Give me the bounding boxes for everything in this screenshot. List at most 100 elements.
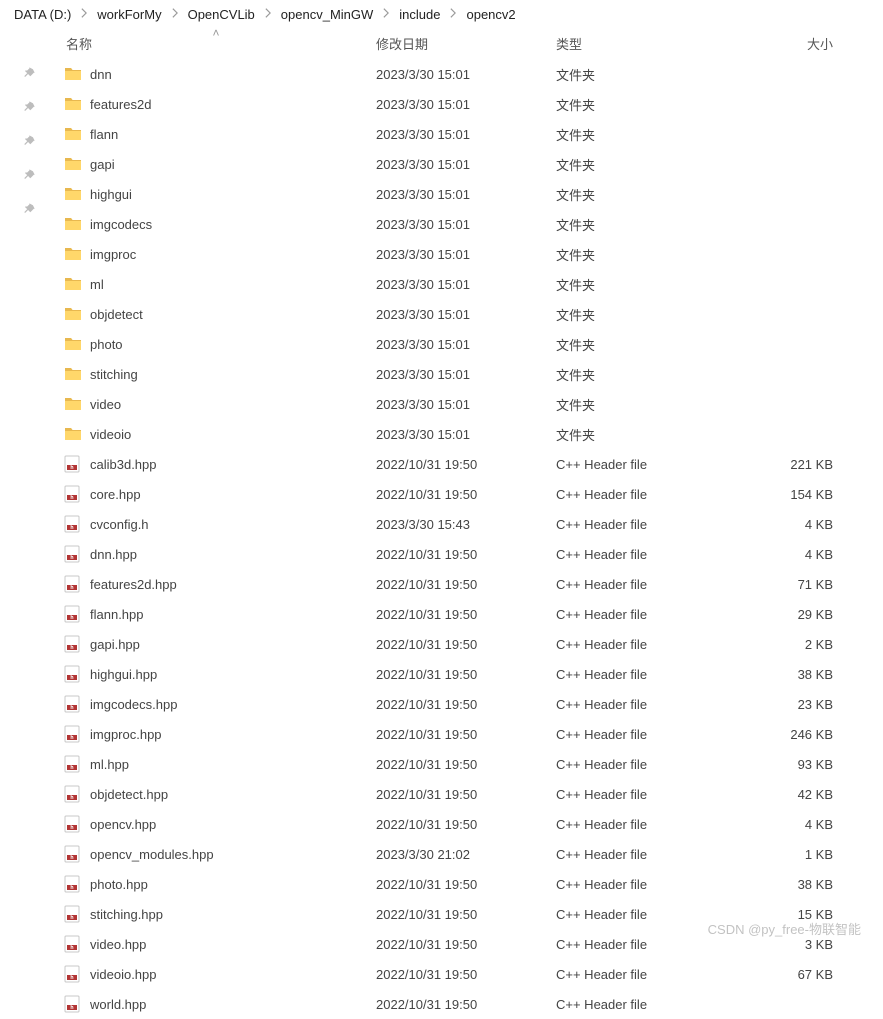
file-type: C++ Header file [556, 569, 736, 599]
file-type: 文件夹 [556, 269, 736, 299]
file-size [736, 329, 883, 359]
file-name: objdetect [90, 307, 143, 322]
file-type: C++ Header file [556, 599, 736, 629]
table-row[interactable]: dnn2023/3/30 15:01文件夹 [56, 59, 883, 89]
header-file-icon [64, 665, 82, 683]
folder-icon [64, 95, 82, 113]
file-type: C++ Header file [556, 479, 736, 509]
header-file-icon [64, 935, 82, 953]
file-modified: 2023/3/30 15:01 [376, 149, 556, 179]
table-row[interactable]: gapi2023/3/30 15:01文件夹 [56, 149, 883, 179]
chevron-right-icon [263, 6, 273, 23]
file-size: 4 KB [736, 539, 883, 569]
table-row[interactable]: features2d2023/3/30 15:01文件夹 [56, 89, 883, 119]
file-size: 246 KB [736, 719, 883, 749]
col-modified-header[interactable]: 修改日期 [376, 28, 556, 59]
table-row[interactable]: objdetect2023/3/30 15:01文件夹 [56, 299, 883, 329]
table-row[interactable]: flann2023/3/30 15:01文件夹 [56, 119, 883, 149]
sort-asc-icon: ˄ [212, 26, 219, 40]
pin-icon[interactable] [18, 200, 38, 220]
col-type-header[interactable]: 类型 [556, 28, 736, 59]
breadcrumb-segment[interactable]: include [395, 5, 444, 24]
file-type: 文件夹 [556, 239, 736, 269]
table-row[interactable]: imgproc.hpp2022/10/31 19:50C++ Header fi… [56, 719, 883, 749]
file-name: ml.hpp [90, 757, 129, 772]
file-type: 文件夹 [556, 89, 736, 119]
table-row[interactable]: calib3d.hpp2022/10/31 19:50C++ Header fi… [56, 449, 883, 479]
file-size: 93 KB [736, 749, 883, 779]
file-type: C++ Header file [556, 449, 736, 479]
table-row[interactable]: flann.hpp2022/10/31 19:50C++ Header file… [56, 599, 883, 629]
pin-icon[interactable] [18, 132, 38, 152]
file-modified: 2023/3/30 15:01 [376, 419, 556, 449]
table-row[interactable]: dnn.hpp2022/10/31 19:50C++ Header file4 … [56, 539, 883, 569]
header-file-icon [64, 605, 82, 623]
file-name: features2d [90, 97, 151, 112]
file-modified: 2022/10/31 19:50 [376, 899, 556, 929]
file-name: gapi.hpp [90, 637, 140, 652]
chevron-right-icon [79, 6, 89, 23]
table-row[interactable]: imgcodecs.hpp2022/10/31 19:50C++ Header … [56, 689, 883, 719]
table-row[interactable]: stitching.hpp2022/10/31 19:50C++ Header … [56, 899, 883, 929]
table-row[interactable]: videoio2023/3/30 15:01文件夹 [56, 419, 883, 449]
folder-icon [64, 365, 82, 383]
file-name: stitching [90, 367, 138, 382]
file-name: photo [90, 337, 123, 352]
table-row[interactable]: highgui2023/3/30 15:01文件夹 [56, 179, 883, 209]
file-size [736, 299, 883, 329]
file-type: C++ Header file [556, 989, 736, 1019]
breadcrumb-segment[interactable]: workForMy [93, 5, 165, 24]
table-row[interactable]: ml2023/3/30 15:01文件夹 [56, 269, 883, 299]
table-row[interactable]: video.hpp2022/10/31 19:50C++ Header file… [56, 929, 883, 959]
table-row[interactable]: imgcodecs2023/3/30 15:01文件夹 [56, 209, 883, 239]
table-row[interactable]: ml.hpp2022/10/31 19:50C++ Header file93 … [56, 749, 883, 779]
table-row[interactable]: stitching2023/3/30 15:01文件夹 [56, 359, 883, 389]
table-row[interactable]: video2023/3/30 15:01文件夹 [56, 389, 883, 419]
folder-icon [64, 305, 82, 323]
table-row[interactable]: opencv_modules.hpp2023/3/30 21:02C++ Hea… [56, 839, 883, 869]
breadcrumb-segment[interactable]: DATA (D:) [10, 5, 75, 24]
pin-icon[interactable] [18, 166, 38, 186]
table-row[interactable]: core.hpp2022/10/31 19:50C++ Header file1… [56, 479, 883, 509]
table-row[interactable]: imgproc2023/3/30 15:01文件夹 [56, 239, 883, 269]
table-row[interactable]: world.hpp2022/10/31 19:50C++ Header file [56, 989, 883, 1019]
file-type: C++ Header file [556, 509, 736, 539]
file-size: 67 KB [736, 959, 883, 989]
chevron-right-icon [381, 6, 391, 23]
file-size: 15 KB [736, 899, 883, 929]
file-size: 1 KB [736, 839, 883, 869]
pin-icon[interactable] [18, 64, 38, 84]
breadcrumb[interactable]: DATA (D:) workForMy OpenCVLib opencv_MinGW i… [0, 0, 883, 28]
pin-icon[interactable] [18, 98, 38, 118]
file-type: 文件夹 [556, 389, 736, 419]
quick-access-sidebar [0, 28, 56, 1019]
breadcrumb-segment[interactable]: opencv2 [462, 5, 519, 24]
breadcrumb-segment[interactable]: OpenCVLib [184, 5, 259, 24]
breadcrumb-segment[interactable]: opencv_MinGW [277, 5, 377, 24]
file-type: C++ Header file [556, 659, 736, 689]
col-name-header[interactable]: ˄名称 [56, 28, 376, 59]
file-name: features2d.hpp [90, 577, 177, 592]
table-row[interactable]: photo2023/3/30 15:01文件夹 [56, 329, 883, 359]
file-size: 4 KB [736, 509, 883, 539]
folder-icon [64, 335, 82, 353]
folder-icon [64, 215, 82, 233]
table-row[interactable]: cvconfig.h2023/3/30 15:43C++ Header file… [56, 509, 883, 539]
table-row[interactable]: features2d.hpp2022/10/31 19:50C++ Header… [56, 569, 883, 599]
table-row[interactable]: videoio.hpp2022/10/31 19:50C++ Header fi… [56, 959, 883, 989]
file-name: video.hpp [90, 937, 146, 952]
folder-icon [64, 395, 82, 413]
table-row[interactable]: opencv.hpp2022/10/31 19:50C++ Header fil… [56, 809, 883, 839]
table-row[interactable]: gapi.hpp2022/10/31 19:50C++ Header file2… [56, 629, 883, 659]
file-modified: 2022/10/31 19:50 [376, 449, 556, 479]
table-row[interactable]: photo.hpp2022/10/31 19:50C++ Header file… [56, 869, 883, 899]
file-name: dnn.hpp [90, 547, 137, 562]
file-modified: 2022/10/31 19:50 [376, 659, 556, 689]
col-size-header[interactable]: 大小 [736, 28, 883, 59]
table-row[interactable]: objdetect.hpp2022/10/31 19:50C++ Header … [56, 779, 883, 809]
table-row[interactable]: highgui.hpp2022/10/31 19:50C++ Header fi… [56, 659, 883, 689]
file-size: 42 KB [736, 779, 883, 809]
header-file-icon [64, 905, 82, 923]
file-size [736, 359, 883, 389]
file-modified: 2022/10/31 19:50 [376, 989, 556, 1019]
